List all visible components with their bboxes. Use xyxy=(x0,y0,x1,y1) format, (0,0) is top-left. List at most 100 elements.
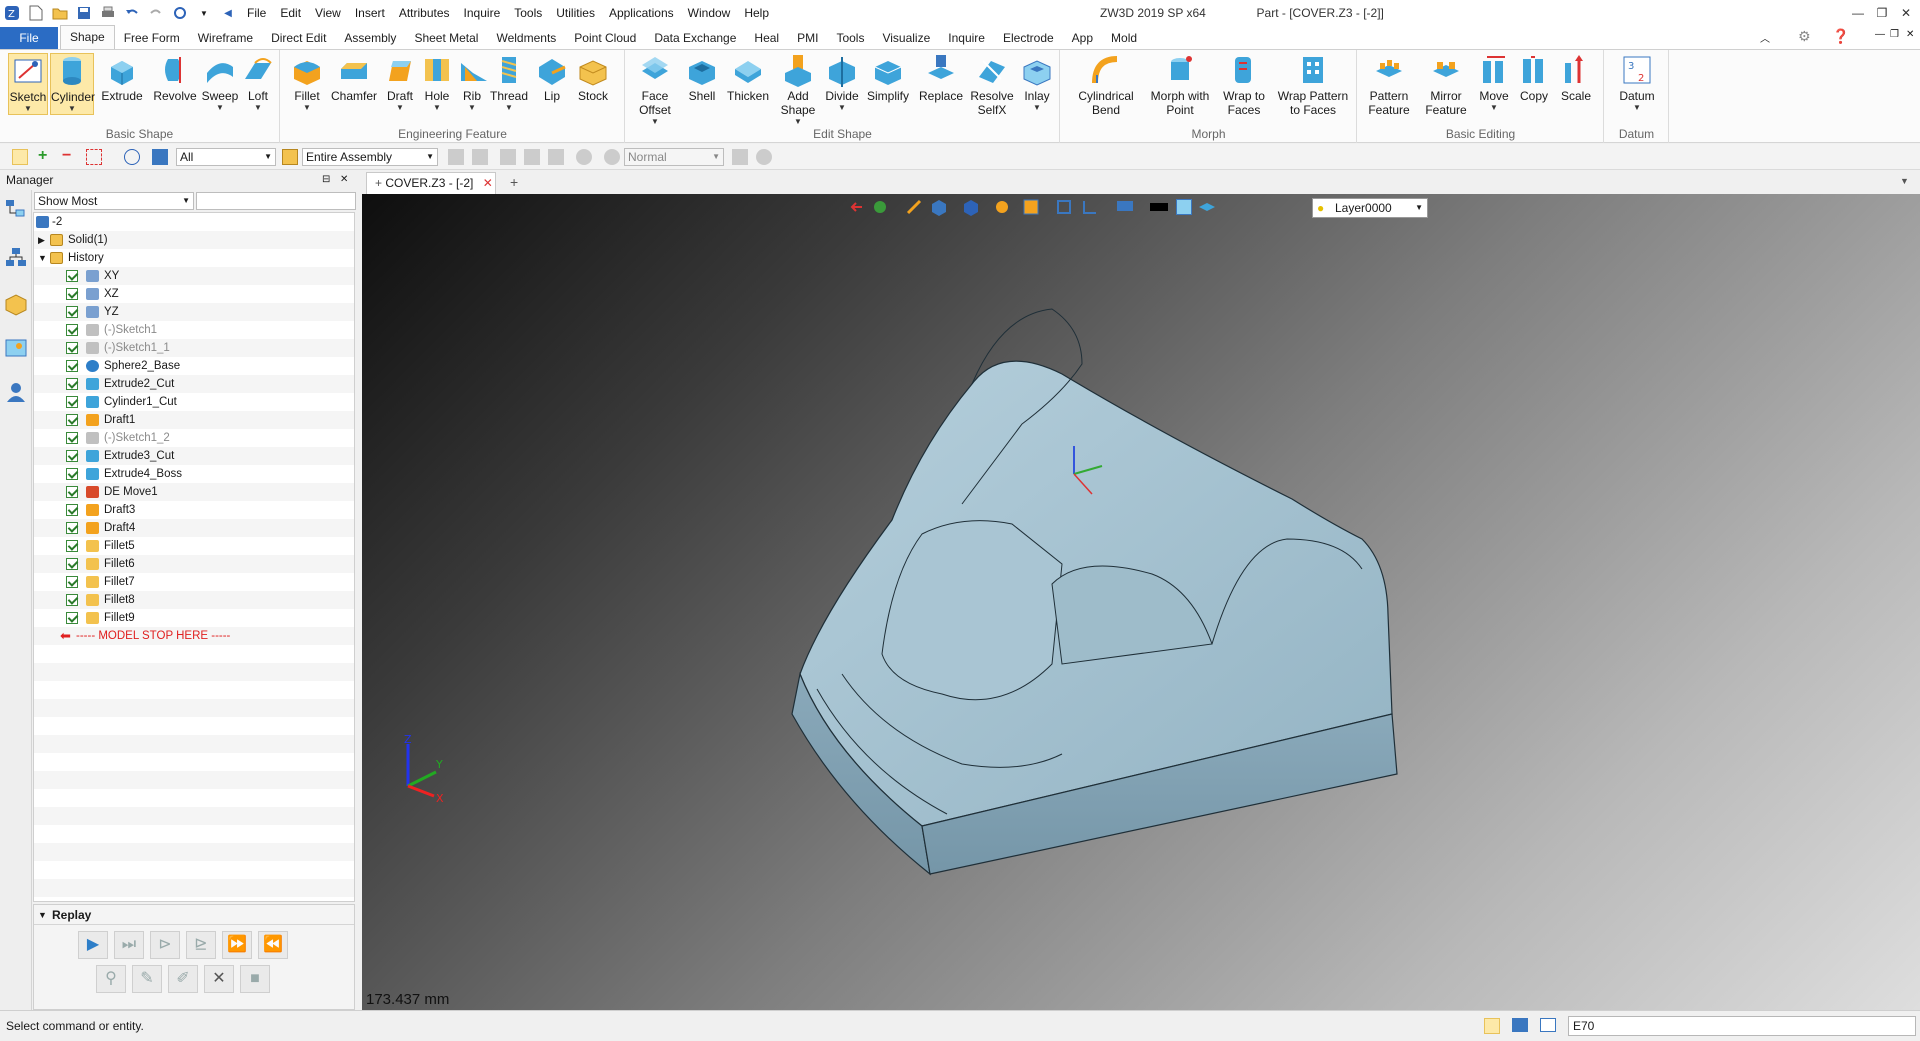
visibility-checkbox[interactable] xyxy=(66,360,78,372)
tree-item[interactable]: Sphere2_Base xyxy=(34,357,354,375)
pattern-feature-button[interactable]: Pattern Feature xyxy=(1362,53,1416,117)
menu-tools[interactable]: Tools xyxy=(507,0,549,26)
filter-icon[interactable] xyxy=(152,149,168,165)
tree-item[interactable]: (-)Sketch1 xyxy=(34,321,354,339)
tab-direct-edit[interactable]: Direct Edit xyxy=(262,27,335,49)
tab-mold[interactable]: Mold xyxy=(1102,27,1146,49)
tab-heal[interactable]: Heal xyxy=(745,27,788,49)
menu-inquire[interactable]: Inquire xyxy=(457,0,508,26)
copy-button[interactable]: Copy xyxy=(1514,53,1554,103)
thread-button[interactable]: Thread ▼ xyxy=(487,53,531,113)
chamfer-button[interactable]: Chamfer xyxy=(329,53,379,103)
command-input[interactable]: E70 xyxy=(1568,1016,1916,1036)
tree-item[interactable]: Cylinder1_Cut xyxy=(34,393,354,411)
menu-window[interactable]: Window xyxy=(681,0,738,26)
menu-help[interactable]: Help xyxy=(737,0,776,26)
scale-button[interactable]: Scale xyxy=(1556,53,1596,103)
3d-viewport[interactable]: ● Layer0000 ▼ Z Y X 173.437 mm xyxy=(362,194,1920,1010)
hole-button[interactable]: Hole ▼ xyxy=(419,53,455,113)
visibility-checkbox[interactable] xyxy=(66,306,78,318)
tree-item[interactable]: YZ xyxy=(34,303,354,321)
suppress-button[interactable]: ■ xyxy=(240,965,270,993)
ribbon-minimize-icon[interactable]: — xyxy=(1875,29,1885,40)
tree-item[interactable]: -2 xyxy=(34,213,354,231)
morph-with-point-button[interactable]: Morph with Point xyxy=(1147,53,1213,117)
restore-icon[interactable]: ❐ xyxy=(1872,3,1892,23)
tab-visualize[interactable]: Visualize xyxy=(873,27,939,49)
fast-forward-button[interactable]: ⏩ xyxy=(222,931,252,959)
tree-item[interactable]: Fillet9 xyxy=(34,609,354,627)
close-tab-icon[interactable]: ✕ xyxy=(483,176,493,190)
replay-header[interactable]: ▼ Replay xyxy=(34,905,354,925)
step-over-button[interactable]: ⊵ xyxy=(186,931,216,959)
visibility-checkbox[interactable] xyxy=(66,414,78,426)
tree-item[interactable]: ▼ History xyxy=(34,249,354,267)
visibility-checkbox[interactable] xyxy=(66,540,78,552)
tab-point-cloud[interactable]: Point Cloud xyxy=(565,27,645,49)
visibility-checkbox[interactable] xyxy=(66,558,78,570)
visibility-checkbox[interactable] xyxy=(66,270,78,282)
tree-item[interactable]: XZ xyxy=(34,285,354,303)
expand-toggle-icon[interactable]: ▶ xyxy=(38,231,45,249)
filter-select[interactable]: All ▼ xyxy=(176,148,276,166)
screen-icon[interactable] xyxy=(1512,1018,1528,1032)
show-filter-select[interactable]: Show Most ▼ xyxy=(34,192,194,210)
replace-button[interactable]: Replace xyxy=(916,53,966,103)
user-icon[interactable] xyxy=(4,380,28,404)
snap-grid-icon[interactable] xyxy=(448,149,464,165)
tree-item[interactable]: Draft3 xyxy=(34,501,354,519)
visibility-checkbox[interactable] xyxy=(66,396,78,408)
visibility-checkbox[interactable] xyxy=(66,324,78,336)
rewind-button[interactable]: ⏪ xyxy=(258,931,288,959)
fillet-button[interactable]: Fillet ▼ xyxy=(287,53,327,113)
history-tree-icon[interactable] xyxy=(4,198,28,222)
tab-data-exchange[interactable]: Data Exchange xyxy=(645,27,745,49)
draft-button[interactable]: Draft ▼ xyxy=(381,53,419,113)
revolve-button[interactable]: Revolve xyxy=(150,53,200,103)
expand-toggle-icon[interactable]: ▼ xyxy=(38,249,47,267)
step-into-button[interactable]: ⊳ xyxy=(150,931,180,959)
tree-item[interactable]: Fillet7 xyxy=(34,573,354,591)
align-right-icon[interactable] xyxy=(548,149,564,165)
tab-weldments[interactable]: Weldments xyxy=(487,27,565,49)
visibility-checkbox[interactable] xyxy=(66,576,78,588)
tab-list-chevron-icon[interactable]: ▼ xyxy=(1900,176,1909,186)
loft-button[interactable]: Loft ▼ xyxy=(240,53,276,113)
mirror-feature-button[interactable]: Mirror Feature xyxy=(1420,53,1472,117)
visibility-checkbox[interactable] xyxy=(66,432,78,444)
menu-applications[interactable]: Applications xyxy=(602,0,681,26)
assembly-scope-select[interactable]: Entire Assembly ▼ xyxy=(302,148,438,166)
tab-free-form[interactable]: Free Form xyxy=(115,27,189,49)
brush-icon[interactable] xyxy=(732,149,748,165)
style-gear-icon[interactable] xyxy=(604,149,620,165)
tree-item[interactable]: Draft1 xyxy=(34,411,354,429)
align-left-icon[interactable] xyxy=(500,149,516,165)
sweep-button[interactable]: Sweep ▼ xyxy=(200,53,240,113)
lip-button[interactable]: Lip xyxy=(535,53,569,103)
menu-file[interactable]: File xyxy=(240,0,273,26)
extrude-button[interactable]: Extrude xyxy=(98,53,146,103)
menu-edit[interactable]: Edit xyxy=(273,0,308,26)
remove-minus-icon[interactable]: − xyxy=(62,148,78,165)
open-file-icon[interactable] xyxy=(51,4,69,22)
visual-manager-icon[interactable] xyxy=(4,336,28,360)
visibility-checkbox[interactable] xyxy=(66,594,78,606)
back-arrow-icon[interactable]: ◀ xyxy=(219,4,237,22)
datum-button[interactable]: 32 Datum ▼ xyxy=(1613,53,1661,113)
help-icon[interactable]: ❓ xyxy=(1832,28,1849,45)
sketch-edit-button[interactable]: ✐ xyxy=(168,965,198,993)
visibility-checkbox[interactable] xyxy=(66,450,78,462)
tab-assembly[interactable]: Assembly xyxy=(335,27,405,49)
style-select[interactable]: Normal ▼ xyxy=(624,148,724,166)
visibility-checkbox[interactable] xyxy=(66,288,78,300)
delete-button[interactable]: ✕ xyxy=(204,965,234,993)
tab-sheet-metal[interactable]: Sheet Metal xyxy=(405,27,487,49)
menu-utilities[interactable]: Utilities xyxy=(549,0,602,26)
assembly-icon[interactable] xyxy=(282,149,298,165)
part-icon[interactable] xyxy=(4,292,28,316)
print-icon[interactable] xyxy=(99,4,117,22)
edit-pencil-button[interactable]: ✎ xyxy=(132,965,162,993)
assembly-tree-icon[interactable] xyxy=(4,246,28,270)
cylinder-button[interactable]: Cylinder ▼ xyxy=(50,53,95,115)
tab-electrode[interactable]: Electrode xyxy=(994,27,1063,49)
